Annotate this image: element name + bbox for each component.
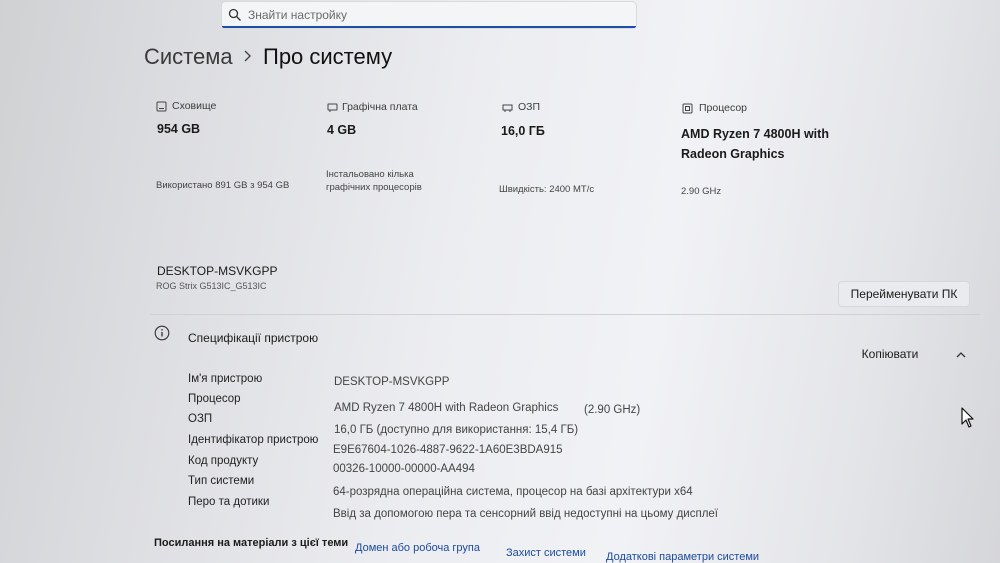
tile-ram-sub: Швидкість: 2400 МТ/с (499, 184, 595, 195)
spec-value-product-id: 00326-10000-00000-AA494 (333, 463, 475, 475)
spec-value-pen-touch: Ввід за допомогою пера та сенсорний ввід… (333, 508, 719, 520)
spec-label-ram: ОЗП (188, 413, 213, 425)
tile-graphics-sub: Інстальовано кілька графічних процесорів (326, 169, 422, 193)
tile-processor-value: AMD Ryzen 7 4800H with Radeon Graphics (681, 127, 829, 161)
search-box[interactable] (222, 2, 636, 28)
tile-storage-value: 954 GB (157, 122, 201, 136)
spec-label-product-id: Код продукту (188, 455, 259, 467)
processor-icon (682, 103, 693, 114)
spec-label-system-type: Тип системи (188, 475, 255, 487)
spec-value-processor: AMD Ryzen 7 4800H with Radeon Graphics (334, 402, 559, 414)
tile-processor-label: Процесор (699, 102, 748, 114)
search-icon (228, 8, 241, 21)
spec-value-device-id: E9E67604-1026-4887-9622-1A60E3BDA915 (333, 444, 563, 456)
section-divider (150, 314, 980, 315)
tile-graphics-label: Графічна плата (342, 101, 418, 113)
spec-label-processor: Процесор (188, 393, 241, 405)
link-advanced-system-settings[interactable]: Додаткові параметри системи (606, 551, 759, 563)
specs-title: Специфікації пристрою (188, 331, 319, 345)
link-system-protection[interactable]: Захист системи (506, 547, 586, 559)
spec-label-device-name: Ім'я пристрою (188, 373, 263, 385)
copy-button[interactable]: Копіювати (843, 341, 937, 367)
page-title: Про систему (263, 44, 393, 69)
link-domain-workgroup[interactable]: Домен або робоча група (355, 542, 480, 554)
mouse-pointer-icon (961, 407, 974, 428)
ram-icon (502, 104, 513, 112)
storage-icon (156, 101, 167, 112)
spec-label-device-id: Ідентифікатор пристрою (188, 434, 319, 446)
search-focus-underline (222, 26, 636, 28)
spec-label-pen-touch: Перо та дотики (188, 496, 270, 508)
device-name: DESKTOP-MSVKGPP (157, 264, 278, 278)
spec-value-device-name: DESKTOP-MSVKGPP (334, 376, 450, 388)
rename-pc-button[interactable]: Перейменувати ПК (838, 281, 970, 307)
info-icon (154, 325, 170, 341)
tile-graphics-value: 4 GB (327, 123, 357, 137)
chevron-right-icon (244, 50, 251, 62)
tile-ram-value: 16,0 ГБ (501, 124, 545, 138)
graphics-card-icon (327, 103, 338, 112)
related-links-title: Посилання на матеріали з цієї теми (154, 537, 349, 549)
tile-processor-sub: 2.90 GHz (681, 186, 722, 197)
tile-ram-label: ОЗП (518, 101, 541, 113)
device-model: ROG Strix G513IC_G513IC (156, 281, 267, 291)
tile-storage-sub: Використано 891 GB з 954 GB (156, 180, 290, 191)
chevron-up-icon[interactable] (954, 348, 968, 362)
breadcrumb-system[interactable]: Система (144, 44, 233, 70)
tile-storage-label: Сховище (172, 100, 217, 112)
spec-value-processor-speed: (2.90 GHz) (584, 404, 641, 416)
spec-value-system-type: 64-розрядна операційна система, процесор… (333, 486, 693, 498)
spec-value-ram: 16,0 ГБ (доступно для використання: 15,4… (334, 424, 579, 436)
search-input[interactable] (248, 5, 628, 25)
